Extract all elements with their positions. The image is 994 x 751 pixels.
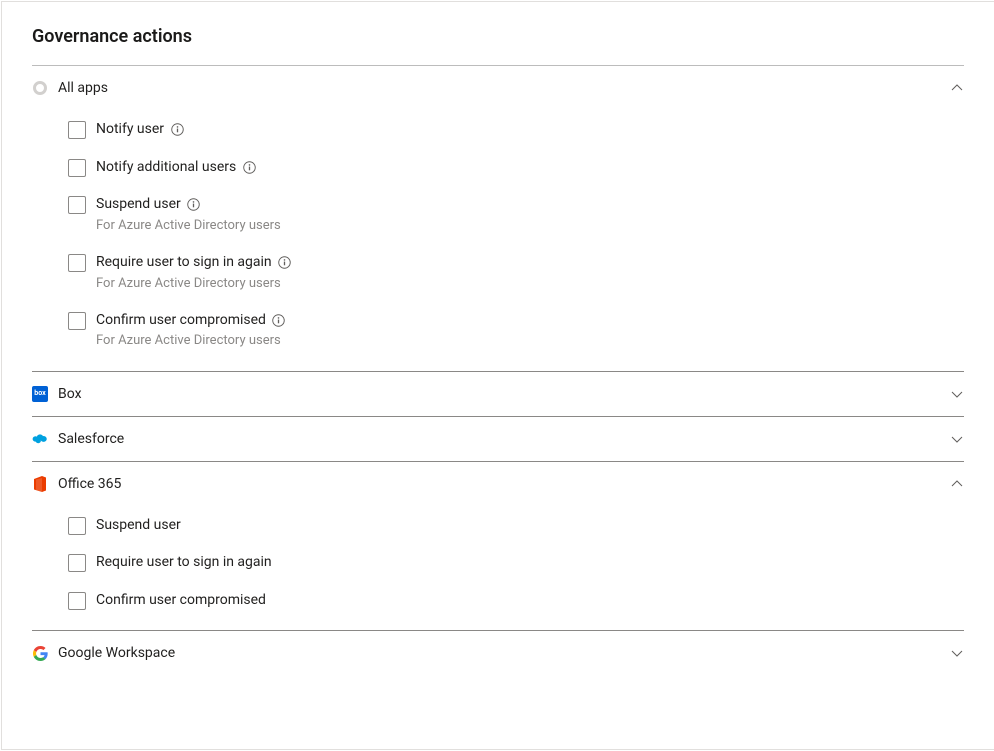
checkbox-confirm-user-compromised[interactable] bbox=[68, 312, 86, 330]
panel-title: Governance actions bbox=[32, 26, 964, 47]
info-icon[interactable] bbox=[242, 160, 256, 174]
checkbox-notify-additional-users[interactable] bbox=[68, 159, 86, 177]
checkbox-require-signin-again[interactable] bbox=[68, 254, 86, 272]
option-notify-additional-users: Notify additional users bbox=[68, 158, 964, 178]
chevron-up-icon bbox=[950, 81, 964, 95]
info-icon[interactable] bbox=[278, 256, 292, 270]
section-label: All apps bbox=[58, 80, 950, 96]
section-google-workspace: Google Workspace bbox=[32, 631, 964, 675]
box-icon: box bbox=[32, 386, 48, 402]
chevron-up-icon bbox=[950, 477, 964, 491]
section-label: Salesforce bbox=[58, 431, 950, 447]
option-o365-confirm-user-compromised: Confirm user compromised bbox=[68, 591, 964, 611]
section-label: Google Workspace bbox=[58, 645, 950, 661]
section-header-all-apps[interactable]: All apps bbox=[32, 66, 964, 110]
info-icon[interactable] bbox=[187, 198, 201, 212]
info-icon[interactable] bbox=[272, 314, 286, 328]
section-box: box Box bbox=[32, 372, 964, 416]
section-salesforce: Salesforce bbox=[32, 417, 964, 461]
section-header-salesforce[interactable]: Salesforce bbox=[32, 417, 964, 461]
option-label: Confirm user compromised bbox=[96, 591, 266, 611]
section-body-office365: Suspend user Require user to sign in aga… bbox=[32, 506, 964, 631]
section-header-office365[interactable]: Office 365 bbox=[32, 462, 964, 506]
option-sublabel: For Azure Active Directory users bbox=[96, 217, 281, 235]
info-icon[interactable] bbox=[170, 123, 184, 137]
chevron-down-icon bbox=[950, 432, 964, 446]
option-o365-suspend-user: Suspend user bbox=[68, 516, 964, 536]
option-sublabel: For Azure Active Directory users bbox=[96, 275, 292, 293]
section-header-box[interactable]: box Box bbox=[32, 372, 964, 416]
option-label: Notify user bbox=[96, 120, 164, 140]
chevron-down-icon bbox=[950, 387, 964, 401]
option-label: Suspend user bbox=[96, 516, 181, 536]
option-label: Suspend user bbox=[96, 195, 181, 215]
checkbox-notify-user[interactable] bbox=[68, 121, 86, 139]
option-o365-require-signin-again: Require user to sign in again bbox=[68, 553, 964, 573]
governance-actions-panel: Governance actions All apps Notify user bbox=[1, 1, 994, 750]
chevron-down-icon bbox=[950, 646, 964, 660]
option-sublabel: For Azure Active Directory users bbox=[96, 332, 286, 350]
section-all-apps: All apps Notify user bbox=[32, 66, 964, 371]
checkbox-o365-confirm-user-compromised[interactable] bbox=[68, 592, 86, 610]
section-office365: Office 365 Suspend user Require user to … bbox=[32, 462, 964, 631]
option-label: Confirm user compromised bbox=[96, 311, 266, 331]
option-require-signin-again: Require user to sign in again For Azure … bbox=[68, 253, 964, 293]
option-suspend-user: Suspend user For Azure Active Directory … bbox=[68, 195, 964, 235]
office365-icon bbox=[32, 476, 48, 492]
option-confirm-user-compromised: Confirm user compromised For Azure Activ… bbox=[68, 311, 964, 351]
section-body-all-apps: Notify user Notify additional users bbox=[32, 110, 964, 371]
all-apps-icon bbox=[32, 80, 48, 96]
section-label: Office 365 bbox=[58, 476, 950, 492]
option-label: Notify additional users bbox=[96, 158, 236, 178]
checkbox-suspend-user[interactable] bbox=[68, 196, 86, 214]
option-label: Require user to sign in again bbox=[96, 553, 272, 573]
option-notify-user: Notify user bbox=[68, 120, 964, 140]
checkbox-o365-require-signin-again[interactable] bbox=[68, 554, 86, 572]
section-header-google-workspace[interactable]: Google Workspace bbox=[32, 631, 964, 675]
google-icon bbox=[32, 645, 48, 661]
section-label: Box bbox=[58, 386, 950, 402]
checkbox-o365-suspend-user[interactable] bbox=[68, 517, 86, 535]
salesforce-icon bbox=[32, 431, 48, 447]
option-label: Require user to sign in again bbox=[96, 253, 272, 273]
